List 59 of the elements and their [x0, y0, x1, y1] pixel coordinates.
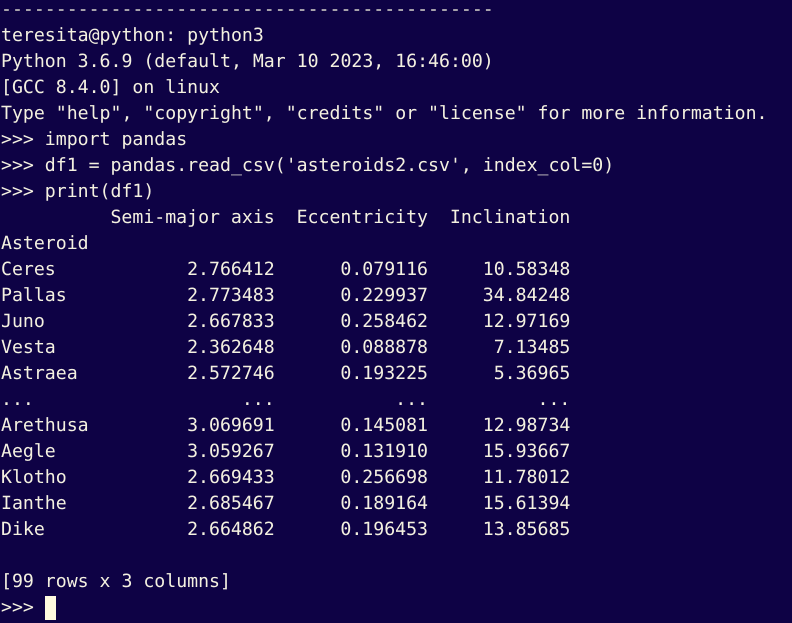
row-label: Pallas: [1, 284, 68, 308]
row-label: Arethusa: [1, 414, 90, 438]
separator-line: ---------------------------------------------: [1, 0, 495, 22]
row-label: Astraea: [1, 362, 79, 386]
table-cell-text: 0.189164: [339, 492, 428, 516]
table-cell-text: 0.256698: [339, 466, 428, 490]
table-cell-text: ...: [394, 388, 428, 412]
table-cell-text: 12.97169: [482, 310, 570, 334]
table-cell-text: 15.61394: [482, 492, 570, 516]
table-cell-text: 2.773483: [186, 284, 275, 308]
table-cell-text: 2.667833: [186, 310, 275, 334]
table-cell-text: 5.36965: [492, 362, 570, 386]
table-cell-text: 0.258462: [339, 310, 428, 334]
table-cell-text: 12.98734: [482, 414, 570, 438]
row-label: Juno: [1, 310, 46, 334]
table-cell-text: 13.85685: [482, 518, 570, 542]
index-name: Asteroid: [1, 232, 90, 256]
output-line: Type "help", "copyright", "credits" or "license" for more information.: [1, 102, 768, 126]
table-cell-text: 2.766412: [186, 258, 275, 282]
table-cell-text: 2.669433: [186, 466, 275, 490]
table-cell-text: 2.362648: [186, 336, 275, 360]
output-line: Python 3.6.9 (default, Mar 10 2023, 16:46:00): [1, 50, 495, 74]
row-label: Vesta: [1, 336, 57, 360]
table-cell-text: 7.13485: [492, 336, 570, 360]
output-line: teresita@python: python3: [1, 24, 265, 48]
table-cell-text: ...: [240, 388, 275, 412]
table-cell-text: 0.193225: [339, 362, 428, 386]
table-cell-text: 0.229937: [339, 284, 428, 308]
table-cell-text: 15.93667: [482, 440, 570, 464]
row-label: Aegle: [1, 440, 57, 464]
command-line: >>> import pandas: [1, 128, 188, 152]
table-cell-text: 2.664862: [186, 518, 275, 542]
row-label: Ceres: [1, 258, 57, 282]
table-cell-text: 2.685467: [186, 492, 275, 516]
table-cell-text: 11.78012: [482, 466, 570, 490]
table-cell-text: ...: [536, 388, 570, 412]
column-header: Eccentricity: [296, 206, 428, 230]
command-line: >>> print(df1): [1, 180, 156, 204]
table-cell-text: 10.58348: [482, 258, 570, 282]
table-cell-text: 0.196453: [339, 518, 428, 542]
prompt-text: >>>: [1, 596, 34, 620]
table-cell-text: 0.079116: [339, 258, 428, 282]
table-cell-text: 3.059267: [186, 440, 275, 464]
column-header: Inclination: [448, 206, 570, 230]
row-label: ...: [1, 388, 35, 412]
table-cell-text: 34.84248: [482, 284, 570, 308]
output-line: [GCC 8.4.0] on linux: [1, 76, 221, 100]
row-label: Klotho: [1, 466, 68, 490]
text-cursor: [44, 596, 56, 620]
table-cell-text: 2.572746: [186, 362, 275, 386]
command-line: >>> df1 = pandas.read_csv('asteroids2.csv', index_col=0): [1, 154, 616, 178]
table-cell-text: 0.088878: [339, 336, 428, 360]
column-header: Semi-major axis: [110, 206, 275, 230]
output-line: [99 rows x 3 columns]: [1, 570, 232, 594]
row-label: Ianthe: [1, 492, 68, 516]
table-cell-text: 3.069691: [186, 414, 275, 438]
table-cell-text: 0.145081: [339, 414, 428, 438]
table-cell-text: 0.131910: [339, 440, 428, 464]
row-label: Dike: [1, 518, 46, 542]
